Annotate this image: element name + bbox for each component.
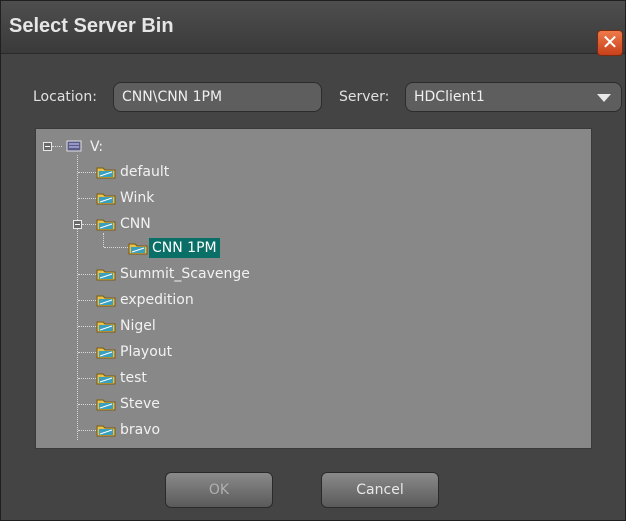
tree-node[interactable]: expedition bbox=[117, 290, 197, 310]
folder-icon bbox=[96, 167, 116, 179]
cancel-button[interactable]: Cancel bbox=[321, 472, 439, 508]
folder-icon bbox=[96, 219, 116, 231]
tree-node-root[interactable]: V: bbox=[87, 137, 106, 157]
folder-icon bbox=[96, 269, 116, 281]
drive-icon bbox=[66, 140, 82, 152]
tree-node[interactable]: Wink bbox=[117, 188, 157, 208]
close-icon: ✕ bbox=[601, 30, 619, 54]
server-selected-value: HDClient1 bbox=[414, 89, 485, 105]
folder-icon bbox=[96, 193, 116, 205]
select-server-bin-dialog: Select Server Bin ✕ Location: CNN\CNN 1P… bbox=[0, 0, 626, 521]
location-field[interactable]: CNN\CNN 1PM bbox=[113, 82, 322, 112]
dialog-title: Select Server Bin bbox=[9, 15, 174, 37]
folder-icon bbox=[96, 347, 116, 359]
location-label: Location: bbox=[33, 89, 97, 105]
tree-node[interactable]: Summit_Scavenge bbox=[117, 264, 253, 284]
bin-tree[interactable]: V: default Wink CNN CNN 1PM Summit_Scave… bbox=[35, 128, 592, 449]
folder-icon bbox=[96, 321, 116, 333]
tree-node[interactable]: test bbox=[117, 368, 150, 388]
server-label: Server: bbox=[339, 89, 390, 105]
close-button[interactable]: ✕ bbox=[597, 30, 623, 56]
folder-icon bbox=[96, 425, 116, 437]
tree-node[interactable]: Nigel bbox=[117, 316, 159, 336]
folder-icon bbox=[96, 399, 116, 411]
folder-icon bbox=[96, 373, 116, 385]
minus-box-icon[interactable] bbox=[43, 142, 52, 151]
ok-button[interactable]: OK bbox=[165, 472, 273, 508]
folder-icon bbox=[96, 295, 116, 307]
tree-node[interactable]: CNN bbox=[117, 214, 154, 234]
tree-node-selected[interactable]: CNN 1PM bbox=[149, 238, 220, 258]
tree-node[interactable]: Steve bbox=[117, 394, 163, 414]
minus-box-icon[interactable] bbox=[73, 220, 82, 229]
title-bar[interactable]: Select Server Bin bbox=[1, 1, 625, 54]
folder-icon bbox=[128, 243, 148, 255]
tree-node[interactable]: bravo bbox=[117, 420, 163, 440]
tree-node[interactable]: default bbox=[117, 162, 172, 182]
chevron-down-icon bbox=[597, 94, 611, 102]
server-dropdown[interactable]: HDClient1 bbox=[405, 82, 622, 112]
tree-node[interactable]: Playout bbox=[117, 342, 175, 362]
